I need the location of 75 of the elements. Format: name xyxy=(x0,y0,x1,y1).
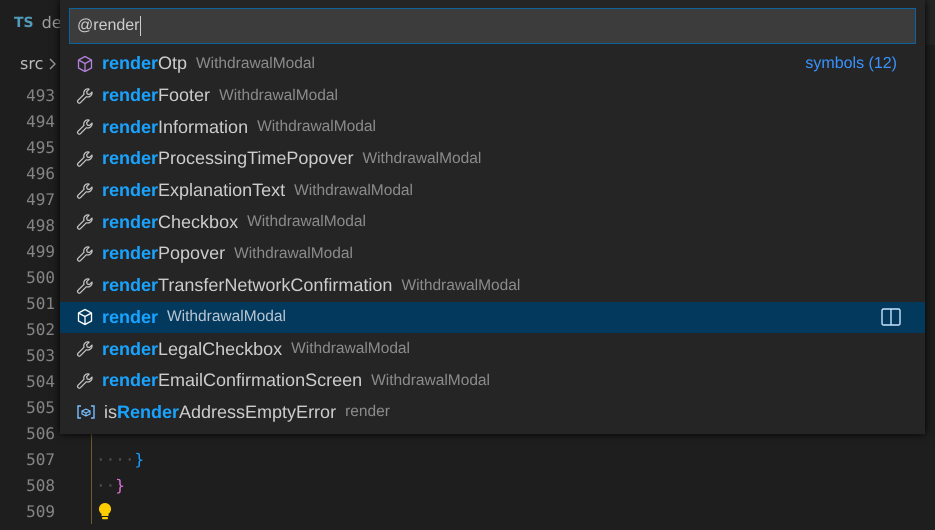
symbol-item[interactable]: render WithdrawalModal xyxy=(60,302,925,334)
symbol-item[interactable]: renderOtp WithdrawalModal symbols (12) xyxy=(60,48,925,80)
symbol-item[interactable]: renderInformation WithdrawalModal xyxy=(60,111,925,144)
symbol-container: WithdrawalModal xyxy=(257,118,376,136)
line-number: 497 xyxy=(25,190,55,208)
symbol-name: renderFooter xyxy=(102,85,210,106)
wrench-icon xyxy=(76,213,94,232)
wrench-icon xyxy=(76,118,94,136)
symbol-item[interactable]: renderLegalCheckbox WithdrawalModal xyxy=(60,333,925,365)
lightbulb-icon[interactable] xyxy=(98,502,112,520)
symbol-name: renderInformation xyxy=(102,116,248,138)
symbol-name: renderProcessingTimePopover xyxy=(102,148,354,170)
symbol-item[interactable]: renderFooter WithdrawalModal xyxy=(60,80,925,112)
breadcrumb-item[interactable]: src xyxy=(20,54,44,73)
line-number: 505 xyxy=(25,398,55,416)
symbol-name: renderCheckbox xyxy=(102,212,238,233)
symbol-item[interactable]: renderExplanationText WithdrawalModal xyxy=(60,174,925,206)
file-type-label: TS xyxy=(14,14,34,30)
line-number: 493 xyxy=(25,86,55,104)
symbol-container: WithdrawalModal xyxy=(291,340,410,358)
wrench-icon xyxy=(76,244,94,263)
tab-title[interactable]: de xyxy=(42,13,62,32)
split-editor-icon[interactable] xyxy=(881,308,901,326)
symbol-container: WithdrawalModal xyxy=(196,54,315,73)
wrench-icon xyxy=(76,182,94,200)
symbol-name: renderPopover xyxy=(102,243,226,264)
symbol-container: WithdrawalModal xyxy=(294,182,414,200)
symbol-container: WithdrawalModal xyxy=(401,276,520,295)
line-number: 500 xyxy=(25,268,55,286)
line-number: 498 xyxy=(25,216,55,234)
symbol-container: render xyxy=(345,403,390,422)
line-number: 507 xyxy=(25,450,55,468)
line-number: 502 xyxy=(25,320,55,338)
wrench-icon xyxy=(76,340,94,358)
symbol-name: render xyxy=(102,306,158,328)
wrench-icon xyxy=(76,372,94,390)
cube-icon xyxy=(76,54,94,73)
symbol-item[interactable]: renderEmailConfirmationScreen WithdrawalModal xyxy=(60,364,925,397)
symbol-item[interactable]: renderPopover WithdrawalModal xyxy=(60,238,925,270)
line-number: 494 xyxy=(25,112,55,130)
code-line: ··} xyxy=(96,476,125,494)
line-number: 504 xyxy=(25,372,55,390)
wrench-icon xyxy=(76,276,94,295)
symbols-count: symbols (12) xyxy=(805,54,897,73)
symbol-name: renderTransferNetworkConfirmation xyxy=(102,275,392,296)
symbol-name: renderEmailConfirmationScreen xyxy=(102,370,362,392)
symbol-name: renderExplanationText xyxy=(102,180,286,202)
chevron-icon xyxy=(49,58,58,70)
symbol-item[interactable]: renderTransferNetworkConfirmation WithdrawalModal xyxy=(60,270,925,302)
symbol-container: WithdrawalModal xyxy=(247,213,366,232)
cube-icon xyxy=(76,308,94,326)
symbol-container: WithdrawalModal xyxy=(362,150,482,168)
symbol-container: WithdrawalModal xyxy=(234,244,353,263)
line-number: 509 xyxy=(25,502,55,520)
symbol-name: renderOtp xyxy=(102,53,188,74)
line-number: 508 xyxy=(25,476,55,494)
symbol-name: renderLegalCheckbox xyxy=(102,338,282,360)
line-number: 506 xyxy=(25,424,55,442)
search-field[interactable]: @render xyxy=(69,8,916,44)
symbol-container: WithdrawalModal xyxy=(219,86,338,105)
variable-icon xyxy=(76,404,96,420)
line-number: 496 xyxy=(25,164,55,182)
symbol-container: WithdrawalModal xyxy=(167,308,286,326)
line-number: 499 xyxy=(25,242,55,260)
line-number: 501 xyxy=(25,294,55,312)
symbol-item[interactable]: isRenderAddressEmptyError render xyxy=(60,396,925,428)
symbol-item[interactable]: renderProcessingTimePopover WithdrawalModal xyxy=(60,143,925,175)
code-line: ····} xyxy=(96,450,144,468)
symbol-name: isRenderAddressEmptyError xyxy=(104,402,336,423)
line-number: 503 xyxy=(25,346,55,364)
line-number: 495 xyxy=(25,138,55,156)
wrench-icon xyxy=(76,150,94,168)
wrench-icon xyxy=(76,86,94,105)
symbol-container: WithdrawalModal xyxy=(371,372,490,390)
symbol-item[interactable]: renderCheckbox WithdrawalModal xyxy=(60,206,925,238)
